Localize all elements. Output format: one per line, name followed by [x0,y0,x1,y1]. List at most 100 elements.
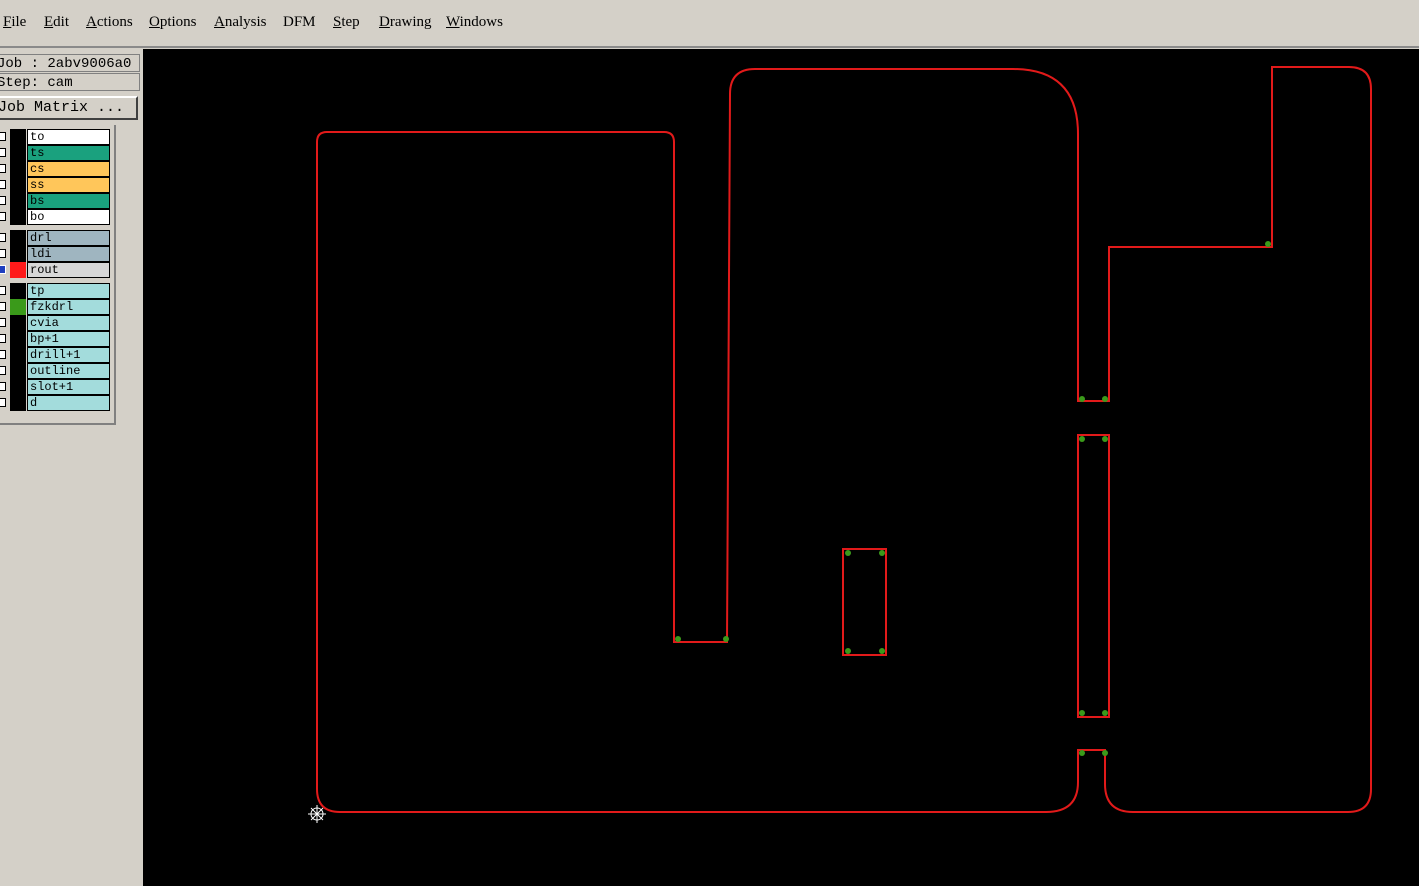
drill-point [1079,436,1085,442]
layer-checkbox[interactable] [0,366,6,375]
layer-name[interactable]: drl [27,230,110,246]
layer-color-swatch[interactable] [10,331,26,347]
layer-color-swatch[interactable] [10,347,26,363]
layer-checkbox[interactable] [0,148,6,157]
layer-row-bs[interactable]: bs [0,193,112,209]
rout-outlines [316,66,1372,813]
layer-color-swatch[interactable] [10,209,26,225]
layer-row-ss[interactable]: ss [0,177,112,193]
layer-row-drill-1[interactable]: drill+1 [0,347,112,363]
layer-name[interactable]: bp+1 [27,331,110,347]
layer-row-to[interactable]: to [0,129,112,145]
drill-point [1102,396,1108,402]
layer-checkbox[interactable] [0,398,6,407]
drill-point [1102,436,1108,442]
drill-point [1265,241,1271,247]
layer-name[interactable]: bo [27,209,110,225]
drill-point [1102,710,1108,716]
menu-analysis[interactable]: Analysis [214,14,267,31]
layer-name[interactable]: fzkdrl [27,299,110,315]
layer-name[interactable]: tp [27,283,110,299]
drill-point [1079,750,1085,756]
job-matrix-button[interactable]: Job Matrix ... [0,96,138,120]
layer-checkbox[interactable] [0,318,6,327]
step-name-display: Step: cam [0,73,140,91]
layer-checkbox[interactable] [0,382,6,391]
drill-point [675,636,681,642]
layer-row-tp[interactable]: tp [0,283,112,299]
layer-checkbox[interactable] [0,132,6,141]
drill-point [879,550,885,556]
layer-checkbox[interactable] [0,334,6,343]
layer-checkbox[interactable] [0,196,6,205]
graphics-canvas[interactable] [143,49,1419,886]
layer-color-swatch[interactable] [10,230,26,246]
menu-dfm[interactable]: DFM [283,14,316,31]
layer-name[interactable]: slot+1 [27,379,110,395]
menu-bar: File Edit Actions Options Analysis DFM S… [0,0,1419,48]
layer-color-swatch[interactable] [10,129,26,145]
layer-name[interactable]: bs [27,193,110,209]
layer-row-bp-1[interactable]: bp+1 [0,331,112,347]
layer-row-bo[interactable]: bo [0,209,112,225]
layer-color-swatch[interactable] [10,283,26,299]
layer-list: to ts cs ss bs bo drl ldi rout tp fzkdrl cvia bp+1 dr… [0,125,116,425]
layer-checkbox[interactable] [0,180,6,189]
layer-checkbox[interactable] [0,249,6,258]
drill-point [845,550,851,556]
layer-row-rout[interactable]: rout [0,262,112,278]
drill-point [879,648,885,654]
layer-row-drl[interactable]: drl [0,230,112,246]
layer-color-swatch[interactable] [10,145,26,161]
layer-checkbox[interactable] [0,350,6,359]
job-name-display: Job : 2abv9006a0 [0,54,140,72]
layer-row-ldi[interactable]: ldi [0,246,112,262]
layer-row-d[interactable]: d [0,395,112,411]
layer-name[interactable]: d [27,395,110,411]
menu-drawing[interactable]: Drawing [379,14,432,31]
layer-name[interactable]: ss [27,177,110,193]
menu-windows[interactable]: Windows [446,14,503,31]
layer-color-swatch[interactable] [10,315,26,331]
layer-color-swatch[interactable] [10,177,26,193]
layer-name[interactable]: ldi [27,246,110,262]
menu-actions[interactable]: Actions [86,14,133,31]
drill-point [1079,710,1085,716]
layer-row-cs[interactable]: cs [0,161,112,177]
layer-name[interactable]: rout [27,262,110,278]
layer-color-swatch[interactable] [10,262,26,278]
layer-checkbox[interactable] [0,164,6,173]
layer-row-outline[interactable]: outline [0,363,112,379]
rout-center-slot [842,548,887,656]
layer-color-swatch[interactable] [10,363,26,379]
layer-color-swatch[interactable] [10,193,26,209]
layer-checkbox[interactable] [0,302,6,311]
menu-file[interactable]: File [3,14,26,31]
layer-checkbox[interactable] [0,212,6,221]
layer-checkbox[interactable] [0,286,6,295]
layer-color-swatch[interactable] [10,379,26,395]
menu-step[interactable]: Step [333,14,360,31]
layer-name[interactable]: ts [27,145,110,161]
layer-color-swatch[interactable] [10,395,26,411]
layer-name[interactable]: to [27,129,110,145]
drill-point [723,636,729,642]
layer-row-fzkdrl[interactable]: fzkdrl [0,299,112,315]
layer-checkbox[interactable] [0,233,6,242]
layer-color-swatch[interactable] [10,161,26,177]
rout-right-slot [1077,434,1110,718]
layer-name[interactable]: outline [27,363,110,379]
layer-row-ts[interactable]: ts [0,145,112,161]
layer-name[interactable]: cvia [27,315,110,331]
layer-checkbox[interactable] [0,265,6,274]
layer-row-cvia[interactable]: cvia [0,315,112,331]
menu-edit[interactable]: Edit [44,14,69,31]
layer-color-swatch[interactable] [10,299,26,315]
layer-color-swatch[interactable] [10,246,26,262]
layer-name[interactable]: drill+1 [27,347,110,363]
layer-name[interactable]: cs [27,161,110,177]
drill-points [675,241,1271,756]
layer-row-slot-1[interactable]: slot+1 [0,379,112,395]
rout-drawing [308,66,1372,823]
menu-options[interactable]: Options [149,14,197,31]
